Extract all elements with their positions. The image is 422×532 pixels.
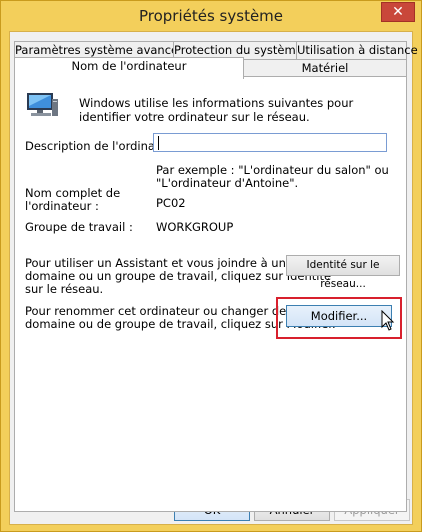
- close-button[interactable]: ✕: [381, 2, 415, 22]
- full-name-label: Nom complet de l'ordinateur :: [25, 186, 121, 213]
- network-id-button[interactable]: Identité sur le réseau...: [286, 255, 400, 290]
- modify-button[interactable]: Modifier...: [286, 305, 392, 327]
- system-properties-window: Propriétés système ✕ Paramètres système …: [0, 0, 422, 532]
- text-caret: [158, 136, 159, 150]
- example-line-2: "L'ordinateur d'Antoine".: [156, 176, 299, 190]
- workgroup-label: Groupe de travail :: [25, 220, 133, 234]
- intro-text: Windows utilise les informations suivant…: [79, 96, 354, 124]
- description-input[interactable]: [153, 133, 387, 152]
- tab-computer-name[interactable]: Nom de l'ordinateur: [14, 57, 244, 79]
- tab-hardware[interactable]: Matériel: [243, 59, 407, 77]
- computer-icon: [27, 93, 58, 116]
- dialog-client-area: Paramètres système avancés Protection du…: [9, 31, 418, 525]
- mouse-cursor-icon: [381, 310, 395, 331]
- window-title: Propriétés système: [138, 7, 284, 25]
- description-example: Par exemple : "L'ordinateur du salon" ou…: [156, 164, 389, 190]
- workgroup-value: WORKGROUP: [156, 220, 234, 234]
- tab-remote[interactable]: Utilisation à distance: [296, 41, 418, 59]
- computer-name-panel: Windows utilise les informations suivant…: [14, 76, 407, 512]
- close-icon: ✕: [392, 4, 404, 20]
- full-name-value: PC02: [156, 196, 186, 210]
- title-bar[interactable]: Propriétés système ✕: [1, 1, 421, 31]
